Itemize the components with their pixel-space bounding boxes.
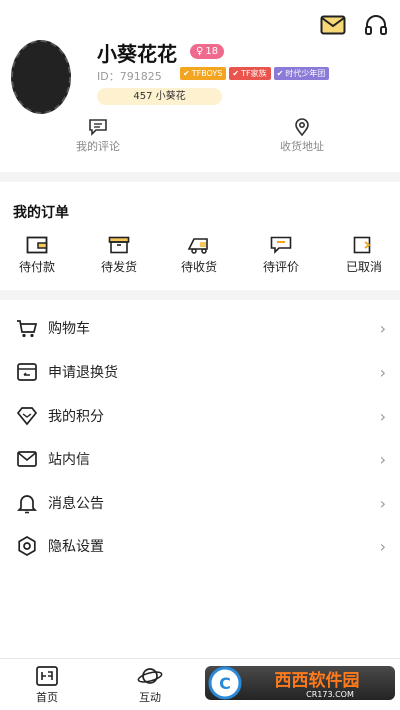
- nav-label: 首页: [36, 691, 58, 704]
- order-label: 待评价: [262, 260, 299, 274]
- cart-icon: [16, 317, 38, 339]
- site-watermark: C 西西软件园 CR173.COM: [205, 662, 395, 704]
- level-value: 18: [205, 46, 219, 57]
- order-pending-payment[interactable]: 待付款: [2, 236, 72, 275]
- verified-v-icon: ✔: [232, 69, 240, 78]
- order-pending-shipment[interactable]: 待发货: [84, 236, 154, 275]
- menu-announcements[interactable]: 消息公告 ›: [0, 483, 400, 523]
- user-id: ID：791825: [97, 70, 162, 83]
- menu-label: 消息公告: [48, 496, 104, 512]
- chevron-right-icon: ›: [379, 406, 386, 426]
- menu-label: 隐私设置: [48, 539, 104, 555]
- planet-icon: [120, 665, 180, 687]
- watermark-title: 西西软件园: [275, 670, 360, 691]
- shipping-address-link[interactable]: 收货地址: [242, 118, 362, 154]
- wallet-icon: [2, 236, 72, 254]
- message-icon[interactable]: [320, 15, 346, 35]
- customer-service-icon[interactable]: [364, 14, 388, 36]
- fan-tag-label: TFBOYS: [191, 69, 223, 78]
- box-icon: [84, 236, 154, 254]
- fan-tag: ✔ TF家族: [229, 67, 271, 80]
- menu-label: 站内信: [48, 452, 90, 468]
- level-badge: ♀ 18: [190, 44, 225, 59]
- verified-v-icon: ✔: [276, 69, 284, 78]
- fan-count-pill[interactable]: 457 小葵花: [97, 88, 222, 105]
- section-divider: [0, 172, 400, 182]
- home-icon: [17, 665, 77, 687]
- bell-icon: [16, 492, 38, 514]
- fan-tag: ✔ 时代少年团: [273, 67, 330, 80]
- menu-points[interactable]: 我的积分 ›: [0, 396, 400, 436]
- nav-label: 互动: [139, 691, 161, 704]
- settings-icon: [16, 535, 38, 557]
- location-icon: [242, 118, 362, 136]
- menu-label: 购物车: [48, 321, 90, 337]
- orders-title: 我的订单: [13, 205, 69, 221]
- order-pending-receipt[interactable]: 待收货: [164, 236, 234, 275]
- truck-icon: [164, 236, 234, 254]
- chevron-right-icon: ›: [379, 493, 386, 513]
- avatar[interactable]: [11, 40, 71, 114]
- fan-tag-label: 时代少年团: [285, 69, 326, 78]
- fan-tag-label: TF家族: [241, 69, 267, 78]
- chevron-right-icon: ›: [379, 536, 386, 556]
- verified-v-icon: ✔: [183, 69, 190, 78]
- order-pending-review[interactable]: 待评价: [246, 236, 316, 275]
- menu-inbox[interactable]: 站内信 ›: [0, 439, 400, 479]
- nav-home[interactable]: 首页: [17, 665, 77, 705]
- shipping-address-label: 收货地址: [280, 140, 324, 153]
- section-divider: [0, 290, 400, 300]
- chevron-right-icon: ›: [379, 318, 386, 338]
- menu-label: 申请退换货: [48, 365, 118, 381]
- top-icons: [320, 14, 388, 36]
- svg-text:C: C: [219, 674, 231, 693]
- nav-interact[interactable]: 互动: [120, 665, 180, 705]
- order-label: 待付款: [18, 260, 55, 274]
- chevron-right-icon: ›: [379, 362, 386, 382]
- cancel-icon: [329, 236, 399, 254]
- comment-icon: [246, 236, 316, 254]
- fan-tag: ✔ TFBOYS: [180, 67, 227, 80]
- comment-icon: [38, 118, 158, 136]
- username: 小葵花花: [97, 42, 177, 66]
- order-label: 待收货: [180, 260, 217, 274]
- diamond-icon: [16, 405, 38, 427]
- chevron-right-icon: ›: [379, 449, 386, 469]
- menu-return-exchange[interactable]: 申请退换货 ›: [0, 352, 400, 392]
- fan-tags: ✔ TFBOYS ✔ TF家族 ✔ 时代少年团: [180, 67, 330, 80]
- mail-icon: [16, 448, 38, 470]
- order-cancelled[interactable]: 已取消: [329, 236, 399, 275]
- order-label: 已取消: [345, 260, 382, 274]
- female-icon: ♀: [196, 46, 204, 57]
- return-icon: [16, 361, 38, 383]
- menu-label: 我的积分: [48, 409, 104, 425]
- my-comments-link[interactable]: 我的评论: [38, 118, 158, 154]
- order-label: 待发货: [100, 260, 137, 274]
- watermark-url: CR173.COM: [306, 690, 354, 699]
- my-comments-label: 我的评论: [76, 140, 120, 153]
- menu-privacy-settings[interactable]: 隐私设置 ›: [0, 526, 400, 566]
- menu-cart[interactable]: 购物车 ›: [0, 308, 400, 348]
